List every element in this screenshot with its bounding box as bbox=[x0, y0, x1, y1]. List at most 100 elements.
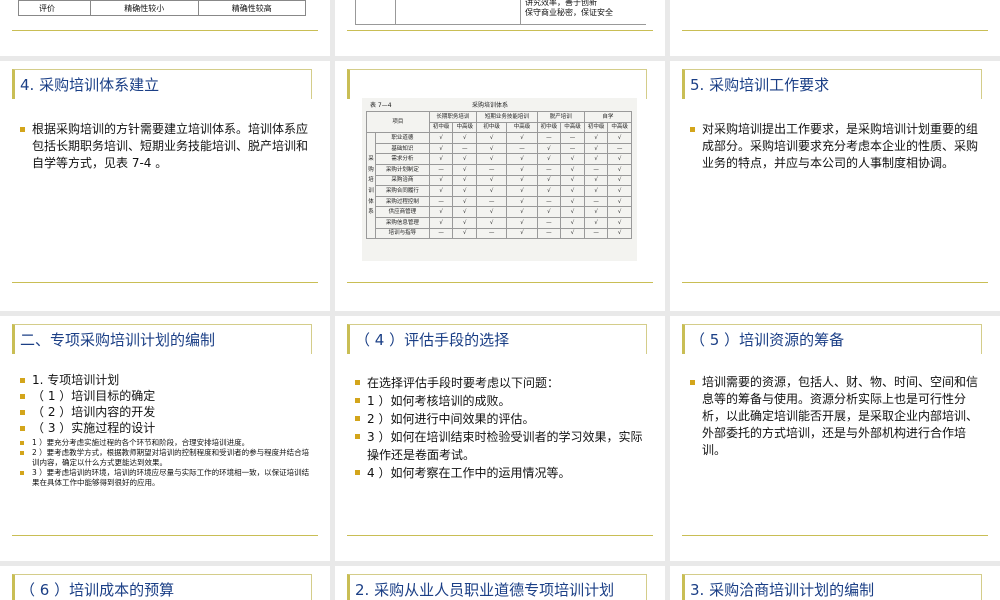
slide-title: 3. 采购洽商培训计划的编制 bbox=[690, 581, 875, 599]
title-frame bbox=[347, 69, 647, 99]
mark-cell: √ bbox=[560, 206, 585, 218]
mark-cell: — bbox=[583, 163, 609, 176]
mark-cell: — bbox=[536, 227, 562, 240]
bullet-text: 3 ）如何在培训结束时检验受训者的学习效果，实际操作还是卷面考试。 bbox=[367, 430, 643, 462]
slide-top-left[interactable]: 评价 精确性较小 精确性较高 bbox=[0, 0, 330, 56]
mark-cell: — bbox=[452, 142, 478, 155]
mark-cell: √ bbox=[428, 174, 454, 187]
side-label-cell: 培 bbox=[366, 175, 376, 186]
bullet-icon bbox=[20, 471, 24, 475]
slide-cost-budget[interactable]: （ 6 ）培训成本的预算 bbox=[0, 566, 330, 600]
mark-cell: √ bbox=[476, 142, 508, 155]
header-cell: 初中级 bbox=[476, 121, 508, 134]
mark-cell: — bbox=[607, 142, 632, 155]
mark-cell: √ bbox=[506, 132, 538, 144]
mark-cell: √ bbox=[506, 206, 538, 218]
slide-ethics-plan[interactable]: 2. 采购从业人员职业道德专项培训计划 bbox=[335, 566, 665, 600]
mark-cell: √ bbox=[560, 216, 585, 229]
table-row: 训采购合同履行 √ √ √ √ √ √ √ √ bbox=[366, 185, 632, 197]
mark-cell: √ bbox=[452, 174, 478, 187]
mark-cell: √ bbox=[428, 185, 454, 197]
mark-cell: — bbox=[560, 142, 585, 155]
table-caption-number: 表 7—4 bbox=[370, 102, 392, 109]
divider bbox=[682, 282, 988, 283]
slide-title: 5. 采购培训工作要求 bbox=[690, 76, 830, 94]
slide-title: （ 5 ）培训资源的筹备 bbox=[690, 331, 845, 349]
list-item: 2 ）如何进行中间效果的评估。 bbox=[353, 410, 649, 428]
mark-cell: √ bbox=[583, 216, 609, 229]
mark-cell: √ bbox=[476, 216, 508, 229]
list-item: （ 1 ）培训目标的确定 bbox=[18, 388, 314, 404]
bullet-icon bbox=[20, 410, 25, 415]
mark-cell: √ bbox=[607, 153, 632, 165]
slide-training-requirements[interactable]: 5. 采购培训工作要求 对采购培训提出工作要求，是采购培训计划重要的组成部分。采… bbox=[670, 61, 1000, 311]
slide-top-middle[interactable]: 讲究效率，善于创新 保守商业秘密，保证安全 bbox=[335, 0, 665, 56]
bullet-icon bbox=[690, 380, 695, 385]
mark-cell: √ bbox=[428, 153, 454, 165]
table-line: 讲究效率，善于创新 bbox=[525, 0, 597, 7]
mark-cell: √ bbox=[607, 132, 632, 144]
mark-cell: √ bbox=[506, 195, 538, 208]
slide-special-plan[interactable]: 二、专项采购培训计划的编制 1. 专项培训计划 （ 1 ）培训目标的确定 （ 2… bbox=[0, 316, 330, 561]
bullet-text: 2 ）如何进行中间效果的评估。 bbox=[367, 412, 535, 426]
bullet-list: 1. 专项培训计划 （ 1 ）培训目标的确定 （ 2 ）培训内容的开发 （ 3 … bbox=[18, 372, 314, 436]
header-cell: 初中级 bbox=[536, 121, 562, 134]
mark-cell: — bbox=[536, 216, 562, 229]
mark-cell: √ bbox=[607, 216, 632, 229]
mark-cell: — bbox=[536, 163, 562, 176]
bullet-icon bbox=[690, 127, 695, 132]
list-item: 对采购培训提出工作要求，是采购培训计划重要的组成部分。采购培训要求充分考虑本企业… bbox=[688, 121, 984, 172]
table-row: 体采购过程控制 — √ — √ — √ — √ bbox=[366, 195, 632, 208]
list-item: 在选择评估手段时要考虑以下问题： bbox=[353, 374, 649, 392]
slide-resources[interactable]: （ 5 ）培训资源的筹备 培训需要的资源，包括人、财、物、时间、空间和信息等的筹… bbox=[670, 316, 1000, 561]
side-label-cell: 采 bbox=[366, 153, 376, 165]
slide-training-system[interactable]: 4. 采购培训体系建立 根据采购培训的方针需要建立培训体系。培训体系应包括长期职… bbox=[0, 61, 330, 311]
bullet-icon bbox=[20, 426, 25, 431]
header-cell: 中高级 bbox=[452, 121, 478, 134]
mark-cell: √ bbox=[607, 195, 632, 208]
table-row: 职业道德 √ √ √ √ — — √ √ bbox=[366, 132, 632, 144]
row-label: 采购合同履行 bbox=[375, 185, 430, 197]
slide-title: 二、专项采购培训计划的编制 bbox=[20, 331, 216, 349]
bullet-text: 根据采购培训的方针需要建立培训体系。培训体系应包括长期职务培训、短期业务技能培训… bbox=[32, 122, 309, 170]
side-label-cell bbox=[366, 143, 376, 154]
table-row: 培采购洽商 √ √ √ √ √ √ √ √ bbox=[366, 174, 632, 187]
header-cell: 初中级 bbox=[428, 121, 454, 134]
bullet-icon bbox=[355, 398, 360, 403]
mark-cell: √ bbox=[428, 216, 454, 229]
table-row: 培训与指导 — √ — √ — √ — √ bbox=[366, 227, 632, 240]
bullet-text: 对采购培训提出工作要求，是采购培训计划重要的组成部分。采购培训要求充分考虑本企业… bbox=[702, 122, 979, 170]
side-label-cell bbox=[366, 228, 376, 240]
mark-cell: √ bbox=[583, 206, 609, 218]
mark-cell: √ bbox=[506, 227, 538, 240]
mark-cell: √ bbox=[476, 206, 508, 218]
bullet-list: 培训需要的资源，包括人、财、物、时间、空间和信息等的筹备与使用。资源分析实际上也… bbox=[688, 374, 984, 459]
slide-top-right[interactable] bbox=[670, 0, 1000, 56]
slide-evaluation[interactable]: （ 4 ）评估手段的选择 在选择评估手段时要考虑以下问题： 1 ）如何考核培训的… bbox=[335, 316, 665, 561]
list-item: 1 ）要充分考虑实施过程的各个环节和阶段，合理安排培训进度。 bbox=[18, 438, 314, 448]
mark-cell: — bbox=[583, 195, 609, 208]
table-row: 基础知识 √ — √ — √ — √ — bbox=[366, 142, 632, 155]
bullet-text: 4 ）如何考察在工作中的运用情况等。 bbox=[367, 466, 571, 480]
mark-cell: — bbox=[428, 227, 454, 240]
slide-title: 4. 采购培训体系建立 bbox=[20, 76, 160, 94]
mark-cell: √ bbox=[428, 142, 454, 155]
mark-cell: √ bbox=[506, 216, 538, 229]
table-divider bbox=[395, 0, 396, 24]
bullet-list: 根据采购培训的方针需要建立培训体系。培训体系应包括长期职务培训、短期业务技能培训… bbox=[18, 121, 314, 172]
mark-cell: — bbox=[476, 227, 508, 240]
table-cell: 精确性较高 bbox=[197, 0, 306, 16]
row-label: 需求分析 bbox=[375, 153, 430, 165]
header-cell: 短期业务技能培训 bbox=[476, 111, 538, 123]
bullet-text: （ 1 ）培训目标的确定 bbox=[32, 389, 156, 403]
row-label: 采购过程控制 bbox=[375, 195, 430, 208]
bullet-text: 3 ）要考虑培训的环境，培训的环境应尽量与实际工作的环境相一致，以保证培训结果在… bbox=[32, 468, 310, 487]
mark-cell: √ bbox=[428, 206, 454, 218]
slide-negotiation-plan[interactable]: 3. 采购洽商培训计划的编制 bbox=[670, 566, 1000, 600]
bullet-icon bbox=[20, 378, 25, 383]
mark-cell: √ bbox=[583, 185, 609, 197]
mark-cell: √ bbox=[560, 153, 585, 165]
mark-cell: — bbox=[536, 195, 562, 208]
bullet-text: 1 ）如何考核培训的成败。 bbox=[367, 394, 511, 408]
training-system-table-image: 表 7—4 采购培训体系 项目 长期职务培训 短期业务技能培训 脱产培训 自学 … bbox=[362, 98, 637, 261]
